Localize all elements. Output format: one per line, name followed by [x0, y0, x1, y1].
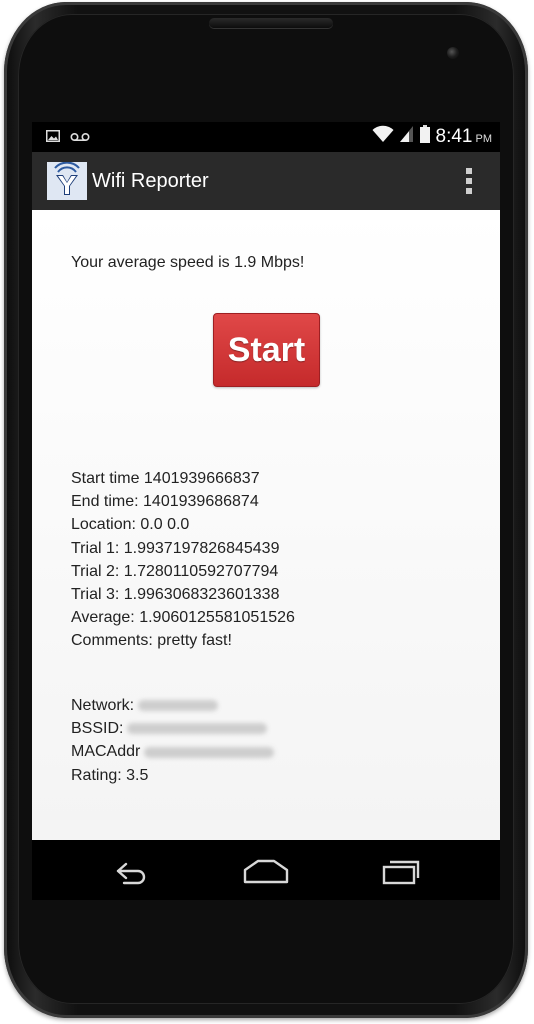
mac-value-redacted	[144, 746, 275, 758]
trial-1-line: Trial 1: 1.9937197826845439	[71, 539, 280, 557]
recent-apps-icon[interactable]	[380, 856, 428, 886]
trial-3-line: Trial 3: 1.9963068323601338	[71, 586, 280, 604]
start-time-line: Start time 1401939666837	[71, 470, 260, 487]
end-time-line: End time: 1401939686874	[71, 493, 259, 511]
earpiece-speaker	[209, 18, 333, 28]
network-info: Network: BSSID: MACAddr Rating: 3.5	[71, 694, 275, 787]
clock-ampm: PM	[475, 132, 493, 145]
start-button[interactable]: Start	[213, 313, 320, 387]
bssid-label: BSSID:	[71, 720, 124, 738]
comments-line: Comments: pretty fast!	[71, 632, 232, 650]
app-title: Wifi Reporter	[92, 170, 209, 192]
screen: 8:41 PM Wifi Reporter Your average speed…	[32, 122, 500, 900]
network-value-redacted	[138, 700, 219, 712]
bssid-row: BSSID:	[71, 717, 274, 740]
main-content: Your average speed is 1.9 Mbps! Start St…	[32, 210, 500, 840]
signal-icon	[399, 125, 414, 148]
battery-icon	[419, 125, 430, 148]
mac-row: MACAddr	[71, 740, 275, 763]
network-label: Network:	[71, 697, 135, 714]
average-speed-text: Your average speed is 1.9 Mbps!	[71, 254, 305, 271]
clock: 8:41	[435, 125, 473, 147]
bssid-value-redacted	[127, 723, 268, 735]
voicemail-icon	[70, 129, 90, 147]
rating-line: Rating: 3.5	[71, 766, 149, 784]
navigation-bar	[32, 840, 500, 900]
location-line: Location: 0.0 0.0	[71, 516, 190, 534]
results-info: Start time 1401939666837 End time: 14019…	[71, 467, 295, 653]
y-logo-icon[interactable]	[47, 161, 87, 200]
gallery-icon	[46, 129, 60, 147]
trial-2-line: Trial 2: 1.7280110592707794	[71, 562, 279, 580]
status-bar: 8:41 PM	[32, 122, 500, 152]
front-camera	[447, 47, 459, 59]
wifi-icon	[372, 125, 394, 148]
network-row: Network:	[71, 694, 274, 717]
average-line: Average: 1.9060125581051526	[71, 609, 295, 627]
mac-label: MACAddr	[71, 743, 141, 761]
action-bar: Wifi Reporter	[32, 152, 500, 211]
home-icon[interactable]	[242, 856, 290, 886]
overflow-menu-icon[interactable]	[466, 168, 472, 194]
back-icon[interactable]	[104, 856, 152, 886]
